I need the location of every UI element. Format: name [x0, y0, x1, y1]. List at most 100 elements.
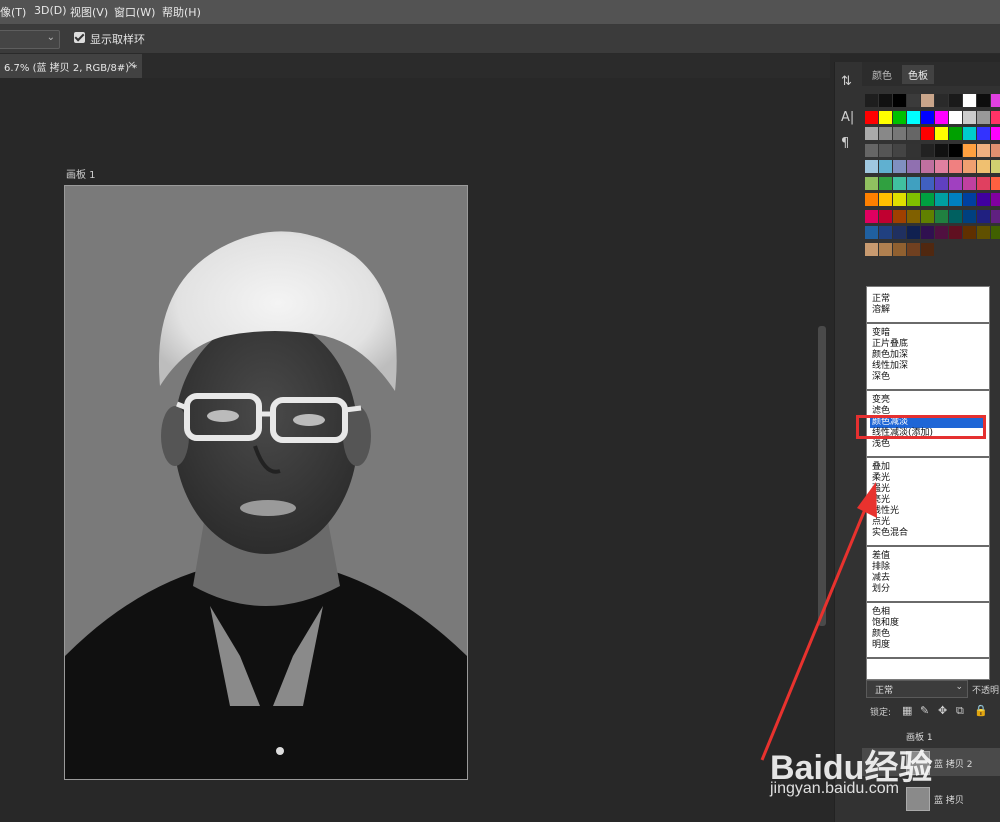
- swatch[interactable]: [921, 127, 934, 140]
- swatch[interactable]: [963, 127, 976, 140]
- swatch[interactable]: [893, 209, 906, 223]
- swatch[interactable]: [977, 94, 990, 107]
- swatch[interactable]: [879, 193, 892, 206]
- tab-color[interactable]: 颜色: [872, 67, 892, 82]
- swatch[interactable]: [991, 176, 1000, 190]
- lock-move-icon[interactable]: ✥: [938, 704, 947, 717]
- swatch[interactable]: [963, 176, 976, 190]
- swatch[interactable]: [865, 143, 878, 157]
- swatch[interactable]: [977, 143, 990, 157]
- swatch[interactable]: [935, 127, 948, 140]
- swatch[interactable]: [893, 226, 906, 239]
- blend-mode-option[interactable]: 浅色: [872, 439, 890, 450]
- menu-item-window[interactable]: 窗口(W): [114, 4, 155, 20]
- swatch[interactable]: [921, 160, 934, 173]
- swatch[interactable]: [921, 209, 934, 223]
- swatch[interactable]: [893, 160, 906, 173]
- swatch[interactable]: [963, 160, 976, 173]
- swatch[interactable]: [949, 110, 962, 124]
- swatch[interactable]: [949, 226, 962, 239]
- swatch[interactable]: [879, 94, 892, 107]
- swatch[interactable]: [907, 160, 920, 173]
- adjust-icon[interactable]: ⇅: [841, 74, 852, 89]
- swatch[interactable]: [991, 94, 1000, 107]
- swatch[interactable]: [935, 209, 948, 223]
- swatch[interactable]: [907, 176, 920, 190]
- swatch[interactable]: [893, 193, 906, 206]
- swatch[interactable]: [977, 176, 990, 190]
- swatch[interactable]: [921, 143, 934, 157]
- swatch[interactable]: [963, 226, 976, 239]
- sample-size-dropdown[interactable]: ⌄: [0, 30, 60, 49]
- swatch[interactable]: [963, 110, 976, 124]
- swatch[interactable]: [879, 143, 892, 157]
- menu-item-help[interactable]: 帮助(H): [162, 4, 201, 20]
- swatch[interactable]: [977, 209, 990, 223]
- document-tab[interactable]: 6.7% (蓝 拷贝 2, RGB/8#) * ×: [0, 54, 142, 78]
- swatch[interactable]: [963, 193, 976, 206]
- lock-paint-icon[interactable]: ✎: [920, 704, 929, 717]
- swatch[interactable]: [949, 94, 962, 107]
- swatch[interactable]: [935, 193, 948, 206]
- swatch[interactable]: [879, 242, 892, 256]
- swatch[interactable]: [935, 176, 948, 190]
- close-icon[interactable]: ×: [127, 58, 136, 71]
- blend-mode-option[interactable]: 颜色加深: [872, 350, 908, 361]
- swatch[interactable]: [963, 94, 976, 107]
- blend-mode-option[interactable]: 变暗: [872, 328, 890, 339]
- swatch[interactable]: [879, 226, 892, 239]
- swatch[interactable]: [963, 143, 976, 157]
- lock-all-icon[interactable]: 🔒: [974, 704, 988, 717]
- swatch[interactable]: [991, 127, 1000, 140]
- swatch[interactable]: [879, 127, 892, 140]
- swatch[interactable]: [949, 127, 962, 140]
- swatch[interactable]: [865, 160, 878, 173]
- paragraph-icon[interactable]: ¶: [841, 136, 849, 151]
- character-icon[interactable]: A|: [841, 110, 854, 125]
- swatch[interactable]: [921, 193, 934, 206]
- artboard-canvas[interactable]: [64, 185, 468, 780]
- swatch[interactable]: [991, 143, 1000, 157]
- swatch[interactable]: [991, 110, 1000, 124]
- swatch[interactable]: [935, 226, 948, 239]
- swatch[interactable]: [865, 242, 878, 256]
- swatch[interactable]: [893, 242, 906, 256]
- swatch[interactable]: [865, 226, 878, 239]
- swatch[interactable]: [949, 176, 962, 190]
- swatch[interactable]: [893, 176, 906, 190]
- blend-mode-option[interactable]: 深色: [872, 372, 890, 383]
- swatch[interactable]: [977, 160, 990, 173]
- swatch[interactable]: [865, 94, 878, 107]
- swatch[interactable]: [879, 209, 892, 223]
- swatch[interactable]: [865, 176, 878, 190]
- show-ring-checkbox[interactable]: [74, 32, 85, 43]
- swatch[interactable]: [865, 209, 878, 223]
- menu-item-image[interactable]: 像(T): [0, 4, 26, 20]
- swatch[interactable]: [907, 110, 920, 124]
- swatch[interactable]: [893, 110, 906, 124]
- swatch[interactable]: [949, 143, 962, 157]
- swatch[interactable]: [977, 193, 990, 206]
- swatch[interactable]: [893, 94, 906, 107]
- swatch[interactable]: [907, 242, 920, 256]
- swatch[interactable]: [879, 176, 892, 190]
- swatch[interactable]: [879, 160, 892, 173]
- swatch[interactable]: [991, 226, 1000, 239]
- tab-swatches[interactable]: 色板: [902, 65, 934, 84]
- blend-mode-option[interactable]: 正片叠底: [872, 339, 908, 350]
- swatch[interactable]: [935, 94, 948, 107]
- swatch[interactable]: [879, 110, 892, 124]
- swatch[interactable]: [949, 209, 962, 223]
- swatch[interactable]: [977, 226, 990, 239]
- swatch[interactable]: [907, 143, 920, 157]
- swatch[interactable]: [907, 127, 920, 140]
- blend-mode-option[interactable]: 线性加深: [872, 361, 908, 372]
- swatch[interactable]: [921, 94, 934, 107]
- menu-item-view[interactable]: 视图(V): [70, 4, 108, 20]
- swatch[interactable]: [893, 143, 906, 157]
- swatch[interactable]: [935, 110, 948, 124]
- swatch[interactable]: [935, 143, 948, 157]
- menu-item-3d[interactable]: 3D(D): [34, 4, 67, 17]
- swatch[interactable]: [921, 226, 934, 239]
- swatch[interactable]: [865, 110, 878, 124]
